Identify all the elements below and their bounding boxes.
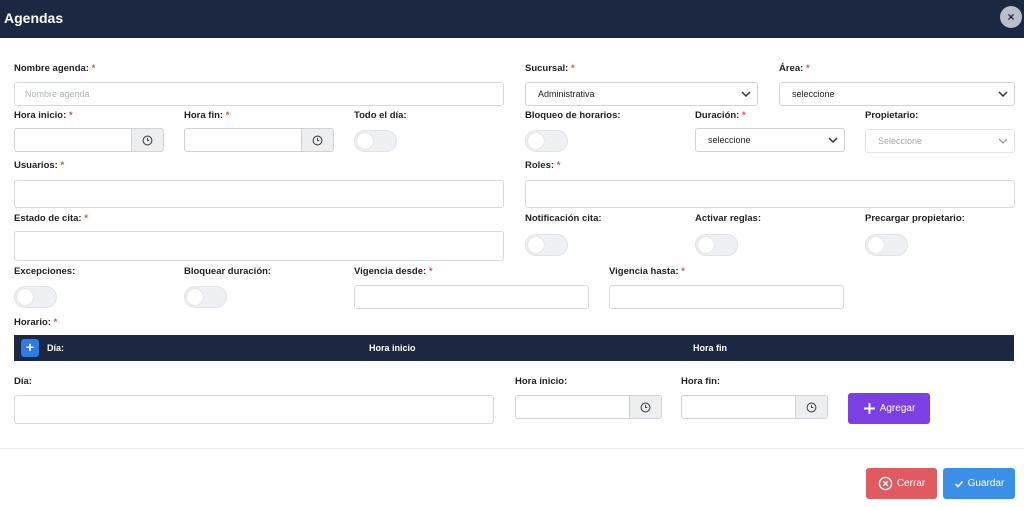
dia-input[interactable] bbox=[14, 395, 494, 424]
clock-icon[interactable] bbox=[301, 129, 333, 151]
estado-cita-input[interactable] bbox=[14, 231, 504, 261]
check-icon bbox=[954, 480, 963, 488]
nombre-agenda-label: Nombre agenda: * bbox=[14, 63, 96, 74]
schedule-hora-fin-label: Hora fin: bbox=[681, 376, 721, 387]
schedule-hora-inicio-field[interactable] bbox=[515, 395, 662, 419]
clock-icon[interactable] bbox=[629, 396, 661, 418]
clock-icon[interactable] bbox=[795, 396, 827, 418]
bloquear-duracion-toggle[interactable] bbox=[184, 286, 227, 308]
duracion-label: Duración: * bbox=[695, 110, 746, 121]
horario-label: Horario: * bbox=[14, 317, 58, 328]
hora-fin-label: Hora fin: * bbox=[184, 110, 230, 121]
roles-input[interactable] bbox=[525, 180, 1015, 208]
chevron-down-icon bbox=[828, 137, 838, 144]
close-circle-icon bbox=[878, 476, 893, 491]
schedule-hora-fin-field[interactable] bbox=[681, 395, 828, 419]
area-label: Área: * bbox=[779, 63, 810, 74]
chevron-down-icon bbox=[998, 138, 1008, 144]
propietario-label: Propietario: bbox=[865, 110, 919, 121]
footer-divider bbox=[0, 448, 1024, 449]
sucursal-label: Sucursal: * bbox=[525, 63, 575, 74]
propietario-select[interactable]: Seleccione bbox=[865, 129, 1015, 153]
vigencia-desde-input[interactable] bbox=[354, 285, 589, 309]
schedule-hora-inicio-label: Hora inicio: bbox=[515, 376, 568, 387]
bloqueo-horarios-label: Bloqueo de horarios: bbox=[525, 110, 621, 121]
guardar-button[interactable]: Guardar bbox=[943, 468, 1015, 499]
modal-title: Agendas bbox=[4, 10, 64, 26]
usuarios-label: Usuarios: * bbox=[14, 160, 65, 171]
column-header-dia: Día: bbox=[47, 343, 65, 353]
agregar-button[interactable]: Agregar bbox=[848, 393, 930, 424]
precargar-propietario-label: Precargar propietario: bbox=[865, 213, 965, 224]
excepciones-label: Excepciones: bbox=[14, 266, 76, 277]
plus-icon bbox=[863, 403, 875, 414]
vigencia-hasta-label: Vigencia hasta: * bbox=[609, 266, 685, 277]
excepciones-toggle[interactable] bbox=[14, 286, 57, 308]
area-select[interactable]: seleccione bbox=[779, 82, 1015, 106]
todo-el-dia-label: Todo el día: bbox=[354, 110, 407, 121]
precargar-propietario-toggle[interactable] bbox=[865, 234, 908, 256]
sucursal-select[interactable]: Administrativa bbox=[525, 82, 758, 106]
notificacion-cita-toggle[interactable] bbox=[525, 234, 568, 256]
hora-fin-field[interactable] bbox=[184, 128, 334, 152]
clock-icon[interactable] bbox=[131, 129, 163, 151]
activar-reglas-toggle[interactable] bbox=[695, 234, 738, 256]
notificacion-cita-label: Notificación cita: bbox=[525, 213, 602, 224]
estado-cita-label: Estado de cita: * bbox=[14, 213, 88, 224]
hora-inicio-field[interactable] bbox=[14, 128, 164, 152]
activar-reglas-label: Activar reglas: bbox=[695, 213, 762, 224]
schedule-table-header: + Día: Hora inicio Hora fin bbox=[14, 335, 1014, 361]
vigencia-desde-label: Vigencia desde: * bbox=[354, 266, 433, 277]
close-icon[interactable]: × bbox=[1000, 6, 1022, 28]
todo-el-dia-toggle[interactable] bbox=[354, 130, 397, 152]
bloqueo-horarios-toggle[interactable] bbox=[525, 130, 568, 152]
modal-header: Agendas × bbox=[0, 0, 1024, 38]
bloquear-duracion-label: Bloquear duración: bbox=[184, 266, 272, 277]
column-header-hora-inicio: Hora inicio bbox=[369, 343, 416, 353]
vigencia-hasta-input[interactable] bbox=[609, 285, 844, 309]
chevron-down-icon bbox=[998, 91, 1008, 98]
column-header-hora-fin: Hora fin bbox=[693, 343, 728, 353]
chevron-down-icon bbox=[741, 91, 751, 98]
duracion-select[interactable]: seleccione bbox=[695, 128, 845, 152]
cerrar-button[interactable]: Cerrar bbox=[866, 468, 937, 499]
hora-inicio-label: Hora inicio: * bbox=[14, 110, 73, 121]
add-row-button[interactable]: + bbox=[21, 339, 39, 357]
nombre-agenda-input[interactable] bbox=[14, 82, 504, 106]
dia-label: Día: bbox=[14, 376, 32, 387]
usuarios-input[interactable] bbox=[14, 180, 504, 208]
roles-label: Roles: * bbox=[525, 160, 561, 171]
